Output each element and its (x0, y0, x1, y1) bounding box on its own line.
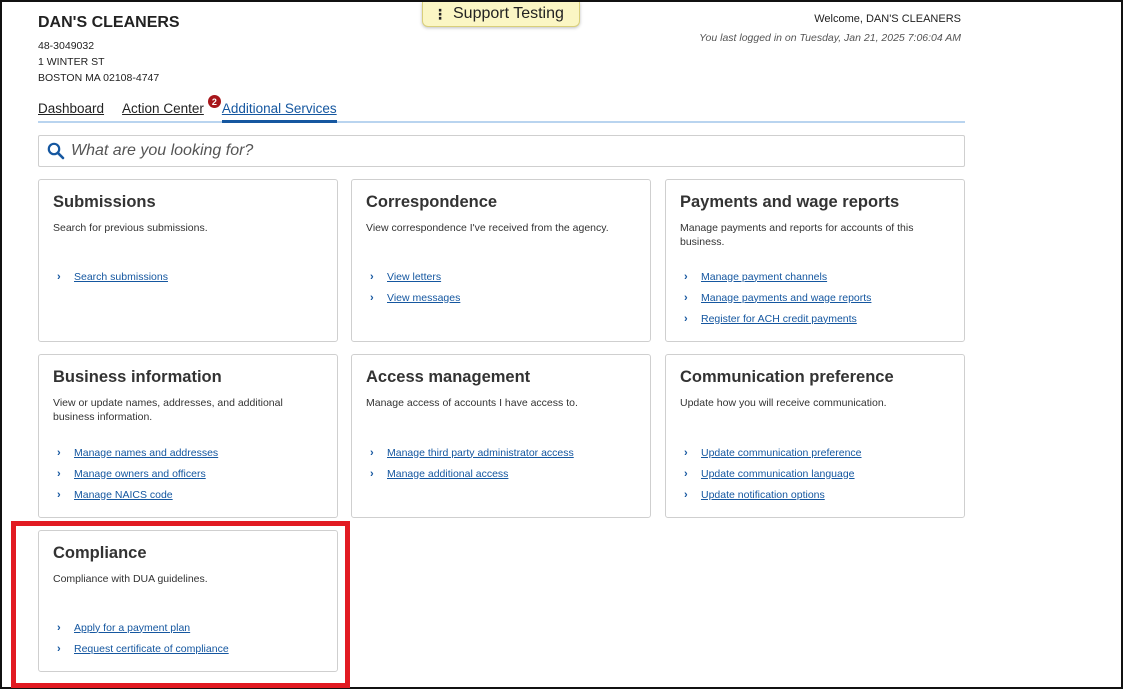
chevron-right-icon: › (684, 488, 688, 501)
chevron-right-icon: › (684, 270, 688, 283)
link-view-letters[interactable]: View letters (387, 271, 441, 283)
card-title: Submissions (53, 193, 156, 211)
card-title: Payments and wage reports (680, 193, 900, 211)
link-row: › Register for ACH credit payments (684, 308, 871, 329)
link-row: › Manage NAICS code (57, 484, 218, 505)
chevron-right-icon: › (370, 467, 374, 480)
chevron-right-icon: › (684, 291, 688, 304)
link-manage-payment-channels[interactable]: Manage payment channels (701, 271, 827, 283)
business-id: 48-3049032 (38, 40, 95, 52)
search-icon (47, 142, 65, 160)
chevron-right-icon: › (57, 467, 61, 480)
chevron-right-icon: › (684, 312, 688, 325)
chevron-right-icon: › (370, 270, 374, 283)
chevron-right-icon: › (57, 270, 61, 283)
card-links: › Search submissions (57, 266, 168, 287)
link-row: › View messages (370, 287, 460, 308)
link-register-ach-credit[interactable]: Register for ACH credit payments (701, 313, 857, 325)
link-row: › Update communication preference (684, 442, 862, 463)
link-manage-naics-code[interactable]: Manage NAICS code (74, 489, 173, 501)
link-row: › Search submissions (57, 266, 168, 287)
chevron-right-icon: › (684, 467, 688, 480)
card-payments-wage-reports: Payments and wage reports Manage payment… (665, 179, 965, 342)
card-title: Correspondence (366, 193, 498, 211)
card-description: Search for previous submissions. (53, 222, 208, 234)
link-row: › Manage additional access (370, 463, 574, 484)
tab-action-center-label: Action Center (122, 101, 204, 116)
tab-action-center[interactable]: Action Center 2 (122, 95, 221, 123)
welcome-text: Welcome, DAN'S CLEANERS (814, 13, 961, 25)
page-frame: ⋮ Support Testing DAN'S CLEANERS 48-3049… (0, 0, 1123, 689)
link-row: › Manage third party administrator acces… (370, 442, 574, 463)
nav-tabs: Dashboard Action Center 2 Additional Ser… (38, 95, 965, 123)
link-row: › Manage payment channels (684, 266, 871, 287)
tab-dashboard[interactable]: Dashboard (38, 98, 104, 123)
tab-additional-services[interactable]: Additional Services (221, 98, 337, 123)
chevron-right-icon: › (684, 446, 688, 459)
link-search-submissions[interactable]: Search submissions (74, 271, 168, 283)
card-business-information: Business information View or update name… (38, 354, 338, 518)
card-links: › Manage names and addresses › Manage ow… (57, 442, 218, 505)
card-submissions: Submissions Search for previous submissi… (38, 179, 338, 342)
card-description: Manage access of accounts I have access … (366, 397, 578, 409)
card-description: View or update names, addresses, and add… (53, 397, 283, 423)
link-manage-owners-officers[interactable]: Manage owners and officers (74, 468, 206, 480)
search-bar (38, 135, 965, 167)
link-row: › Update notification options (684, 484, 862, 505)
link-update-notification-options[interactable]: Update notification options (701, 489, 825, 501)
chevron-right-icon: › (370, 446, 374, 459)
link-update-communication-language[interactable]: Update communication language (701, 468, 855, 480)
link-row: › Manage owners and officers (57, 463, 218, 484)
business-address-line1: 1 WINTER ST (38, 56, 105, 68)
card-links: › Manage third party administrator acces… (370, 442, 574, 484)
compliance-highlight-box (11, 521, 350, 688)
link-row: › Update communication language (684, 463, 862, 484)
link-manage-names-addresses[interactable]: Manage names and addresses (74, 447, 218, 459)
card-links: › Update communication preference › Upda… (684, 442, 862, 505)
business-address-line2: BOSTON MA 02108-4747 (38, 72, 160, 84)
card-description: Update how you will receive communicatio… (680, 397, 887, 409)
link-manage-payments-wage-reports[interactable]: Manage payments and wage reports (701, 292, 871, 304)
notification-badge: 2 (207, 95, 221, 108)
card-access-management: Access management Manage access of accou… (351, 354, 651, 518)
support-testing-label: Support Testing (453, 5, 564, 22)
card-links: › Manage payment channels › Manage payme… (684, 266, 871, 329)
card-links: › View letters › View messages (370, 266, 460, 308)
link-row: › Manage payments and wage reports (684, 287, 871, 308)
vertical-dots-icon: ⋮ (433, 5, 447, 22)
card-correspondence: Correspondence View correspondence I've … (351, 179, 651, 342)
welcome-block: Welcome, DAN'S CLEANERS You last logged … (699, 13, 961, 44)
support-testing-tab[interactable]: ⋮ Support Testing (422, 2, 580, 27)
link-view-messages[interactable]: View messages (387, 292, 460, 304)
card-title: Communication preference (680, 368, 894, 386)
link-row: › Manage names and addresses (57, 442, 218, 463)
chevron-right-icon: › (370, 291, 374, 304)
search-input[interactable] (71, 142, 964, 160)
chevron-right-icon: › (57, 488, 61, 501)
last-login-text: You last logged in on Tuesday, Jan 21, 2… (699, 32, 961, 44)
card-description: View correspondence I've received from t… (366, 222, 609, 234)
card-title: Access management (366, 368, 531, 386)
link-manage-tpa-access[interactable]: Manage third party administrator access (387, 447, 574, 459)
card-description: Manage payments and reports for accounts… (680, 222, 914, 248)
card-title: Business information (53, 368, 222, 386)
link-update-communication-preference[interactable]: Update communication preference (701, 447, 862, 459)
card-communication-preference: Communication preference Update how you … (665, 354, 965, 518)
link-manage-additional-access[interactable]: Manage additional access (387, 468, 508, 480)
chevron-right-icon: › (57, 446, 61, 459)
link-row: › View letters (370, 266, 460, 287)
business-info-header: DAN'S CLEANERS 48-3049032 1 WINTER ST BO… (38, 14, 180, 86)
business-name: DAN'S CLEANERS (38, 14, 180, 31)
